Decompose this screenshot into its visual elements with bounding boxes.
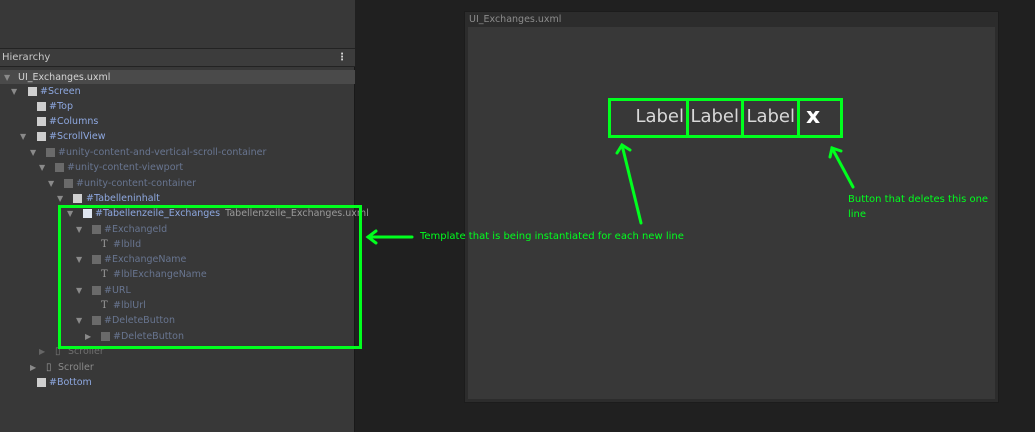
button-annotation-line1: Button that deletes this one	[848, 194, 989, 205]
arrow-to-row	[615, 142, 643, 225]
annotation-arrows	[365, 142, 855, 245]
button-annotation-line2: line	[848, 209, 867, 220]
arrow-to-template	[365, 229, 414, 245]
arrow-to-delete	[828, 146, 855, 189]
template-annotation: Template that is being instantiated for …	[420, 231, 684, 242]
